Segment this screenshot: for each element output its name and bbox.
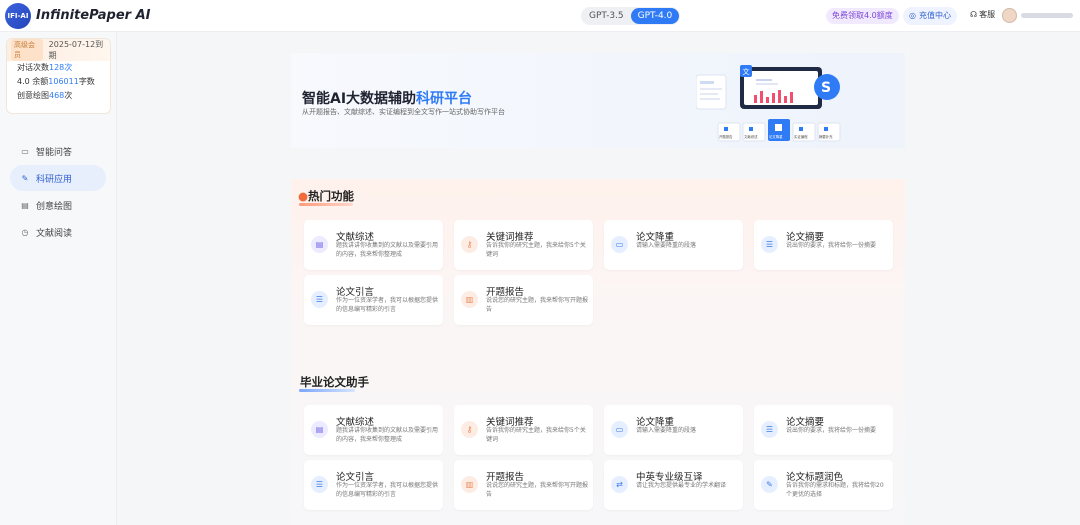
username-blurred[interactable] (1021, 13, 1073, 18)
feature-card-desc: 请输入需要降重的段落 (636, 427, 697, 434)
sidebar-item-label: 创意绘图 (36, 201, 73, 212)
model-option-gpt35[interactable]: GPT-3.5 (582, 8, 631, 24)
sidebar-item-label: 智能问答 (36, 147, 73, 158)
pen-icon: ✎ (21, 173, 29, 183)
feature-card[interactable]: ☰ 论文摘要 说出你的要求，我将给你一份摘要 (754, 405, 893, 455)
headset-icon: ☊ (970, 10, 978, 19)
feature-card-desc: 告诉我你的研究主题，我来给你5个关键词 (486, 427, 586, 443)
key-icon: ⚷ (461, 236, 478, 253)
feature-card[interactable]: ▥ 开题报告 说说您的研究主题，我来帮你写开题报告 (454, 460, 593, 510)
banner-illustration: 文 S 开题报告 文献综述 论文降重 实证编程 摘要补充 (696, 65, 841, 142)
svg-text:文: 文 (743, 67, 750, 76)
logo-icon[interactable]: IFI-AI (5, 3, 31, 29)
member-stat-chat: 对话次数128次 (17, 63, 73, 72)
abstract-icon: ☰ (761, 421, 778, 438)
recharge-icon: ◎ (909, 11, 916, 20)
main-content: 智能AI大数据辅助科研平台 从开题报告、文献综述、实证编程到全文写作一站式协助写… (117, 32, 1080, 525)
feature-card[interactable]: ☰ 论文摘要 说出你的要求，我将给你一份摘要 (754, 220, 893, 270)
document-icon: ▤ (311, 421, 328, 438)
feature-card[interactable]: ⇄ 中英专业级互译 请让我为您提供最专业的学术翻译 (604, 460, 743, 510)
sidebar: 高级会员 2025-07-12到期 对话次数128次 4.0 余额106011字… (0, 32, 117, 525)
model-option-gpt40[interactable]: GPT-4.0 (630, 8, 680, 24)
thesis-title-underline (299, 389, 355, 392)
service-label: 客服 (979, 10, 996, 19)
document-icon: ▤ (311, 236, 328, 253)
intro-icon: ☰ (311, 476, 328, 493)
svg-text:S: S (821, 80, 831, 96)
hot-title-underline (299, 203, 353, 206)
feature-card-desc: 说出你的要求，我将给你一份摘要 (786, 427, 877, 434)
app-title[interactable]: InfinitePaper AI (36, 8, 151, 23)
feature-card-desc: 题我讲讲你收集到的文献以及需要引用的内容，我来帮你整理成 (336, 242, 439, 258)
svg-text:文献综述: 文献综述 (744, 134, 758, 139)
banner-subtitle: 从开题报告、文献综述、实证编程到全文写作一站式协助写作平台 (302, 108, 505, 116)
hot-section-title: ●热门功能 (298, 189, 355, 203)
member-head: 高级会员 2025-07-12到期 (7, 39, 110, 61)
book-icon: ◷ (21, 227, 29, 237)
feature-card[interactable]: ☰ 论文引言 作为一位资深学者，我可以根据您提供的信息编写精彩的引言 (304, 275, 443, 325)
model-switch: GPT-3.5 GPT-4.0 (581, 7, 681, 25)
member-card: 高级会员 2025-07-12到期 对话次数128次 4.0 余额106011字… (6, 38, 111, 114)
avatar[interactable] (1002, 8, 1017, 23)
feature-card[interactable]: ✎ 论文标题润色 告诉我你的需求和标题，我将给你20个更优的选择 (754, 460, 893, 510)
feature-card[interactable]: ▤ 文献综述 题我讲讲你收集到的文献以及需要引用的内容，我来帮你整理成 (304, 220, 443, 270)
feature-card[interactable]: ▥ 开题报告 说说您的研究主题，我来帮你写开题报告 (454, 275, 593, 325)
feature-card-desc: 告诉我你的研究主题，我来给你5个关键词 (486, 242, 586, 258)
member-stat-balance: 4.0 余额106011字数 (17, 77, 95, 86)
member-expire: 2025-07-12到期 (48, 40, 104, 60)
member-level-badge: 高级会员 (11, 39, 43, 61)
feature-card[interactable]: ▭ 论文降重 请输入需要降重的段落 (604, 405, 743, 455)
key-icon: ⚷ (461, 421, 478, 438)
feature-card-desc: 作为一位资深学者，我可以根据您提供的信息编写精彩的引言 (336, 297, 439, 313)
feature-card-desc: 请输入需要降重的段落 (636, 242, 697, 249)
svg-text:论文降重: 论文降重 (769, 134, 783, 139)
translate-icon: ⇄ (611, 476, 628, 493)
rewrite-icon: ▭ (611, 236, 628, 253)
sidebar-item-label: 科研应用 (36, 174, 73, 185)
feature-card[interactable]: ▭ 论文降重 请输入需要降重的段落 (604, 220, 743, 270)
feature-card[interactable]: ⚷ 关键词推荐 告诉我你的研究主题，我来给你5个关键词 (454, 220, 593, 270)
sidebar-item-research[interactable]: ✎ 科研应用 (10, 165, 106, 191)
chat-icon: ▭ (21, 146, 29, 156)
svg-text:实证编程: 实证编程 (794, 134, 808, 139)
polish-icon: ✎ (761, 476, 778, 493)
feature-card[interactable]: ☰ 论文引言 作为一位资深学者，我可以根据您提供的信息编写精彩的引言 (304, 460, 443, 510)
feature-card-desc: 题我讲讲你收集到的文献以及需要引用的内容，我来帮你整理成 (336, 427, 439, 443)
banner-title: 智能AI大数据辅助科研平台 (302, 91, 473, 107)
abstract-icon: ☰ (761, 236, 778, 253)
hero-banner: 智能AI大数据辅助科研平台 从开题报告、文献综述、实证编程到全文写作一站式协助写… (291, 53, 905, 148)
rewrite-icon: ▭ (611, 421, 628, 438)
top-bar: IFI-AI InfinitePaper AI GPT-3.5 GPT-4.0 … (0, 0, 1080, 32)
feature-card-desc: 告诉我你的需求和标题，我将给你20个更优的选择 (786, 482, 884, 498)
feature-card-desc: 说说您的研究主题，我来帮你写开题报告 (486, 297, 589, 313)
sidebar-nav: ▭ 智能问答 ✎ 科研应用 ▤ 创意绘图 ◷ 文献阅读 (10, 138, 106, 246)
sidebar-item-qa[interactable]: ▭ 智能问答 (10, 138, 106, 164)
sidebar-item-drawing[interactable]: ▤ 创意绘图 (10, 192, 106, 218)
member-stat-draw: 创意绘图468次 (17, 91, 73, 100)
feature-card[interactable]: ⚷ 关键词推荐 告诉我你的研究主题，我来给你5个关键词 (454, 405, 593, 455)
sidebar-item-label: 文献阅读 (36, 228, 73, 239)
section-background: ●热门功能 ▤ 文献综述 题我讲讲你收集到的文献以及需要引用的内容，我来帮你整理成 ⚷… (291, 179, 905, 525)
report-icon: ▥ (461, 476, 478, 493)
report-icon: ▥ (461, 291, 478, 308)
feature-card-desc: 说出你的要求，我将给你一份摘要 (786, 242, 877, 249)
feature-card-desc: 请让我为您提供最专业的学术翻译 (636, 482, 727, 489)
recharge-button[interactable]: ◎ 充值中心 (903, 7, 957, 25)
intro-icon: ☰ (311, 291, 328, 308)
free-quota-button[interactable]: 免费领取4.0额度 (826, 8, 899, 24)
service-button[interactable]: ☊ 客服 (970, 9, 995, 20)
sidebar-item-reading[interactable]: ◷ 文献阅读 (10, 219, 106, 245)
recharge-label: 充值中心 (918, 11, 951, 20)
feature-card-desc: 说说您的研究主题，我来帮你写开题报告 (486, 482, 589, 498)
svg-text:开题报告: 开题报告 (719, 134, 733, 139)
feature-card[interactable]: ▤ 文献综述 题我讲讲你收集到的文献以及需要引用的内容，我来帮你整理成 (304, 405, 443, 455)
feature-card-desc: 作为一位资深学者，我可以根据您提供的信息编写精彩的引言 (336, 482, 439, 498)
image-icon: ▤ (21, 200, 29, 210)
svg-text:摘要补充: 摘要补充 (819, 134, 833, 139)
fire-icon: ● (298, 189, 309, 203)
thesis-section-title: 毕业论文助手 (300, 375, 369, 389)
